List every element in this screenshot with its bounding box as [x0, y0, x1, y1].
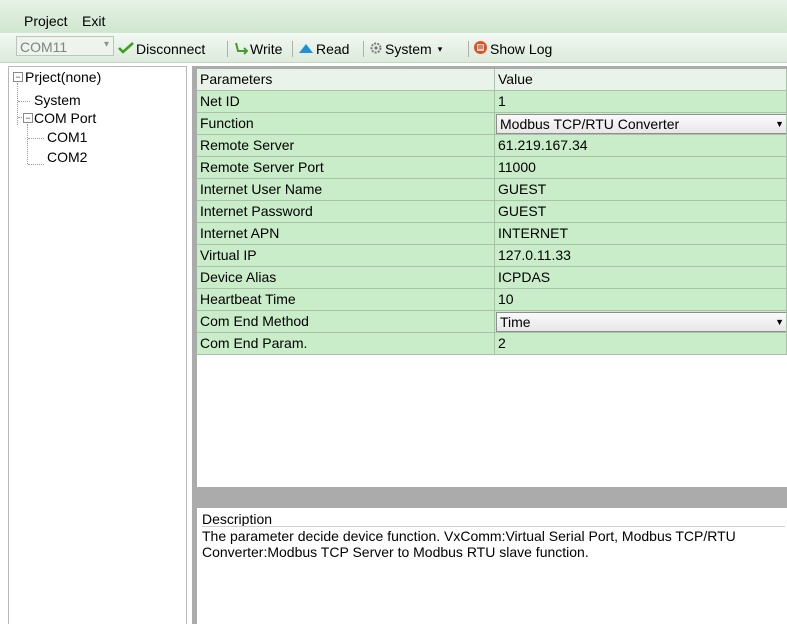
param-value[interactable]: 10 [495, 289, 787, 311]
write-button[interactable]: Write [234, 40, 282, 58]
param-name: Net ID [197, 91, 495, 113]
table-row[interactable]: Internet APN INTERNET [197, 223, 787, 245]
table-row[interactable]: Heartbeat Time 10 [197, 289, 787, 311]
chevron-down-icon: ▼ [775, 119, 784, 129]
parameters-pane: Parameters Value Net ID 1 Function Modbu… [192, 66, 787, 624]
param-name: Virtual IP [197, 245, 495, 267]
param-name: Function [197, 113, 495, 135]
toolbar-separator [363, 41, 364, 57]
write-label: Write [250, 41, 283, 57]
table-row[interactable]: Function Modbus TCP/RTU Converter ▼ [197, 113, 787, 135]
parameters-grid: Parameters Value Net ID 1 Function Modbu… [197, 69, 787, 487]
column-header-value[interactable]: Value [495, 69, 787, 91]
table-row[interactable]: Com End Method Time ▼ [197, 311, 787, 333]
table-row[interactable]: Remote Server 61.219.167.34 [197, 135, 787, 157]
gear-icon [369, 41, 383, 57]
disconnect-label: Disconnect [136, 41, 206, 57]
function-dropdown[interactable]: Modbus TCP/RTU Converter ▼ [496, 114, 786, 134]
description-title: Description [202, 511, 273, 527]
param-name: Internet APN [197, 223, 495, 245]
disconnect-button[interactable]: Disconnect [118, 40, 205, 58]
param-value[interactable]: GUEST [495, 201, 787, 223]
param-name: Com End Param. [197, 333, 495, 355]
param-name: Heartbeat Time [197, 289, 495, 311]
show-log-label: Show Log [490, 41, 553, 57]
tree-item-system[interactable]: System [34, 92, 81, 108]
param-value[interactable]: 11000 [495, 157, 787, 179]
menu-exit[interactable]: Exit [82, 13, 105, 29]
table-row[interactable]: Device Alias ICPDAS [197, 267, 787, 289]
param-value[interactable]: INTERNET [495, 223, 787, 245]
check-icon [118, 41, 134, 57]
column-header-parameters[interactable]: Parameters [197, 69, 495, 91]
tree-item-com1[interactable]: COM1 [47, 129, 87, 145]
param-value[interactable]: 2 [495, 333, 787, 355]
description-panel: Description The parameter decide device … [197, 508, 787, 624]
log-icon [473, 40, 488, 58]
chevron-down-icon: ▼ [775, 317, 784, 327]
read-button[interactable]: Read [298, 40, 349, 58]
param-name: Device Alias [197, 267, 495, 289]
param-name: Internet Password [197, 201, 495, 223]
table-row[interactable]: Remote Server Port 11000 [197, 157, 787, 179]
tree-root[interactable]: Prject(none) [25, 69, 101, 85]
system-button[interactable]: System ▾ [369, 40, 442, 58]
grid-header: Parameters Value [197, 69, 787, 91]
param-value[interactable]: ICPDAS [495, 267, 787, 289]
param-value[interactable]: GUEST [495, 179, 787, 201]
com-port-value: COM11 [20, 39, 68, 55]
com-end-method-dropdown[interactable]: Time ▼ [496, 312, 786, 332]
menu-project[interactable]: Project [24, 13, 68, 29]
param-value-cell: Modbus TCP/RTU Converter ▼ [495, 113, 787, 135]
param-value-cell: Time ▼ [495, 311, 787, 333]
param-name: Remote Server [197, 135, 495, 157]
param-value[interactable]: 61.219.167.34 [495, 135, 787, 157]
description-text: The parameter decide device function. Vx… [202, 528, 736, 560]
show-log-button[interactable]: Show Log [473, 40, 552, 58]
collapse-icon[interactable]: − [23, 113, 33, 123]
table-row[interactable]: Virtual IP 127.0.11.33 [197, 245, 787, 267]
menu-bar: Project Exit [0, 0, 787, 33]
function-dropdown-value: Modbus TCP/RTU Converter [500, 116, 680, 132]
chevron-down-icon: ▾ [437, 43, 443, 54]
param-value[interactable]: 127.0.11.33 [495, 245, 787, 267]
read-label: Read [316, 41, 350, 57]
toolbar-separator [292, 41, 293, 57]
collapse-icon[interactable]: − [13, 72, 23, 82]
toolbar: COM11 ▾ Disconnect Write Read System ▾ S… [0, 33, 787, 63]
tree-item-com2[interactable]: COM2 [47, 149, 87, 165]
divider [202, 526, 785, 527]
param-value[interactable]: 1 [495, 91, 787, 113]
com-port-select[interactable]: COM11 ▾ [16, 36, 114, 56]
com-end-method-value: Time [500, 314, 531, 330]
param-name: Internet User Name [197, 179, 495, 201]
table-row[interactable]: Com End Param. 2 [197, 333, 787, 355]
toolbar-separator [468, 41, 469, 57]
system-label: System [385, 41, 432, 57]
param-name: Com End Method [197, 311, 495, 333]
read-triangle-icon [298, 41, 314, 57]
table-row[interactable]: Net ID 1 [197, 91, 787, 113]
param-name: Remote Server Port [197, 157, 495, 179]
table-row[interactable]: Internet User Name GUEST [197, 179, 787, 201]
chevron-down-icon: ▾ [103, 39, 109, 50]
write-arrow-icon [234, 41, 249, 58]
toolbar-separator [227, 41, 228, 57]
project-tree: − Prject(none) System − COM Port COM1 CO… [8, 66, 187, 624]
table-row[interactable]: Internet Password GUEST [197, 201, 787, 223]
tree-item-com-port[interactable]: COM Port [34, 110, 96, 126]
